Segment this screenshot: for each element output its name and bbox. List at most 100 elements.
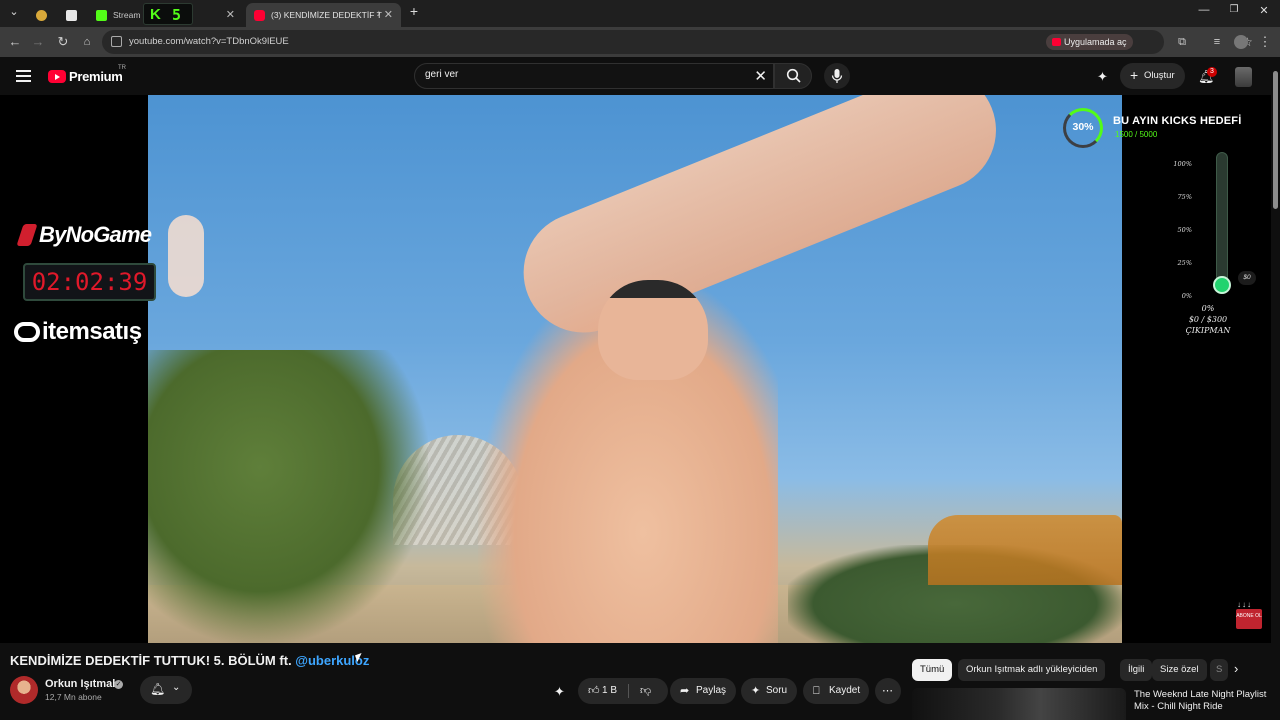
voice-search-button[interactable] bbox=[824, 63, 850, 89]
kicks-goal-title: BU AYIN KICKS HEDEFİ bbox=[1113, 115, 1242, 127]
recommended-title[interactable]: The Weeknd Late Night Playlist Mix - Chi… bbox=[1134, 689, 1269, 713]
ask-gemini-icon[interactable]: ✦ bbox=[554, 684, 565, 700]
ask-button[interactable]: ✦ Soru bbox=[741, 678, 797, 704]
youtube-header: Premium TR ✕ ✦ Oluştur 🔔︎ 3 bbox=[0, 57, 1280, 95]
recommended-thumbnail[interactable] bbox=[912, 688, 1126, 720]
page-scrollbar[interactable] bbox=[1271, 57, 1280, 720]
chip-all[interactable]: Tümü bbox=[912, 659, 953, 681]
tab-label: Stream - bbox=[113, 10, 146, 20]
subscribe-badge: ABONE OL bbox=[1236, 609, 1262, 629]
bynogame-logo: ByNoGame bbox=[16, 222, 152, 248]
logo-text: Premium bbox=[69, 69, 123, 84]
logo-region: TR bbox=[118, 65, 126, 71]
tab-2[interactable] bbox=[58, 3, 84, 27]
verified-check-icon: ✓ bbox=[114, 680, 123, 689]
tab-search-icon[interactable]: ⌄ bbox=[6, 5, 22, 18]
like-icon[interactable]: 👍︎ bbox=[588, 678, 600, 704]
account-avatar[interactable] bbox=[1235, 67, 1252, 87]
new-tab-icon[interactable]: + bbox=[406, 3, 422, 19]
chip-related[interactable]: İlgili bbox=[1120, 659, 1153, 681]
profile-avatar[interactable] bbox=[1234, 35, 1248, 49]
video-frame[interactable] bbox=[148, 95, 1122, 643]
share-label: Paylaş bbox=[696, 685, 727, 696]
more-actions-button[interactable]: ⋯ bbox=[875, 678, 901, 704]
close-window-icon[interactable]: ✕ bbox=[1256, 4, 1272, 17]
search-icon bbox=[786, 68, 801, 83]
like-count[interactable]: 1 B bbox=[602, 678, 617, 704]
channel-name[interactable]: Orkun Işıtmak bbox=[45, 678, 118, 690]
search-button[interactable] bbox=[774, 63, 812, 89]
like-divider bbox=[628, 684, 629, 698]
media-control-icon[interactable]: ≡ bbox=[1209, 34, 1225, 50]
stream-badge: K 5 bbox=[143, 3, 193, 25]
chip-for-you[interactable]: Size özel bbox=[1152, 659, 1207, 681]
kicks-percent: 30% bbox=[1072, 121, 1094, 133]
close-tab-icon[interactable]: ✕ bbox=[384, 8, 393, 21]
menu-icon[interactable] bbox=[16, 70, 31, 82]
subscribe-arrows-icon: ↓↓↓ bbox=[1237, 600, 1252, 609]
microphone-icon bbox=[831, 69, 843, 83]
brand-text: ByNoGame bbox=[39, 222, 152, 247]
video-hand bbox=[168, 215, 204, 297]
kick-icon: K bbox=[150, 6, 161, 23]
tab-1[interactable] bbox=[28, 3, 54, 27]
itemsatis-mark-icon bbox=[14, 322, 40, 342]
ask-gemini-icon[interactable]: ✦ bbox=[1097, 69, 1108, 85]
chip-uploader[interactable]: Orkun Işıtmak adlı yükleyiciden bbox=[958, 659, 1106, 681]
close-tab-icon[interactable]: ✕ bbox=[226, 8, 235, 21]
home-icon[interactable]: ⌂ bbox=[79, 34, 95, 50]
clear-search-icon[interactable]: ✕ bbox=[754, 67, 767, 85]
gauge-tick-label: 75% bbox=[1177, 193, 1192, 201]
url-text[interactable]: youtube.com/watch?v=TDbnOk9lEUE bbox=[129, 36, 289, 47]
subscriber-count: 12,7 Mn abone bbox=[45, 692, 102, 702]
share-icon: ➦ bbox=[680, 685, 690, 697]
youtube-favicon-icon bbox=[254, 9, 265, 21]
subscription-bell-button[interactable]: 🔔︎ ⌄ bbox=[140, 676, 192, 704]
kick-favicon-icon bbox=[96, 9, 107, 21]
donation-gauge-knob bbox=[1213, 276, 1231, 294]
chevron-right-icon[interactable]: › bbox=[1234, 661, 1238, 676]
create-button[interactable]: Oluştur bbox=[1120, 62, 1185, 89]
search-box[interactable]: ✕ bbox=[414, 63, 774, 89]
channel-avatar[interactable] bbox=[10, 676, 38, 704]
save-button[interactable]: ⎕ Kaydet bbox=[803, 678, 869, 704]
restore-icon[interactable]: ❐ bbox=[1226, 4, 1242, 15]
youtube-play-icon bbox=[48, 70, 66, 83]
video-title-text: KENDİMİZE DEDEKTİF TUTTUK! 5. BÖLÜM ft. bbox=[10, 653, 292, 668]
gauge-tick-label: 50% bbox=[1177, 226, 1192, 234]
reload-icon[interactable]: ↻ bbox=[55, 34, 71, 50]
tab-label: (3) KENDİMİZE DEDEKTİF T bbox=[271, 10, 382, 20]
donation-money: $0 / $300 bbox=[1188, 315, 1228, 324]
tab-youtube[interactable]: (3) KENDİMİZE DEDEKTİF T ♪ ✕ bbox=[246, 3, 401, 27]
back-icon[interactable]: ← bbox=[7, 34, 23, 50]
scrollbar-thumb[interactable] bbox=[1273, 71, 1278, 209]
tab-favicon-icon bbox=[36, 9, 47, 21]
open-in-app-button[interactable]: Uygulamada aç bbox=[1046, 34, 1133, 50]
youtube-logo[interactable]: Premium TR bbox=[48, 65, 126, 84]
extensions-icon[interactable]: ⧉ bbox=[1174, 34, 1190, 50]
sparkle-icon: ✦ bbox=[751, 685, 761, 697]
video-head bbox=[598, 280, 708, 380]
dislike-icon[interactable]: 👎︎ bbox=[640, 678, 651, 704]
chevron-down-icon: ⌄ bbox=[172, 682, 181, 693]
omnibox[interactable]: youtube.com/watch?v=TDbnOk9lEUE Uygulama… bbox=[102, 30, 1253, 54]
share-button[interactable]: ➦ Paylaş bbox=[670, 678, 736, 704]
chip-more[interactable]: S bbox=[1210, 659, 1228, 681]
donation-gauge bbox=[1216, 152, 1228, 292]
minimize-icon[interactable]: — bbox=[1196, 4, 1212, 16]
search-input[interactable] bbox=[425, 69, 745, 80]
address-bar-row: ← → ↻ ⌂ youtube.com/watch?v=TDbnOk9lEUE … bbox=[0, 27, 1280, 57]
forward-icon[interactable]: → bbox=[30, 34, 46, 50]
itemsatis-logo: itemsatış bbox=[14, 318, 142, 346]
browser-tab-strip: ⌄ Stream - ✕ K 5 (3) KENDİMİZE DEDEKTİF … bbox=[0, 0, 1280, 27]
donation-percent: 0% bbox=[1201, 304, 1215, 313]
site-info-icon[interactable] bbox=[111, 36, 122, 47]
gauge-tick-label: 25% bbox=[1177, 259, 1192, 267]
stream-timer: 02:02:39 bbox=[23, 263, 156, 301]
bynogame-mark-icon bbox=[16, 224, 38, 246]
video-tree bbox=[148, 350, 428, 643]
ask-label: Soru bbox=[766, 685, 788, 696]
audio-playing-icon[interactable]: ♪ bbox=[377, 8, 382, 18]
bookmark-icon: ⎕ bbox=[813, 685, 820, 697]
chrome-menu-icon[interactable]: ⋮ bbox=[1257, 34, 1273, 50]
